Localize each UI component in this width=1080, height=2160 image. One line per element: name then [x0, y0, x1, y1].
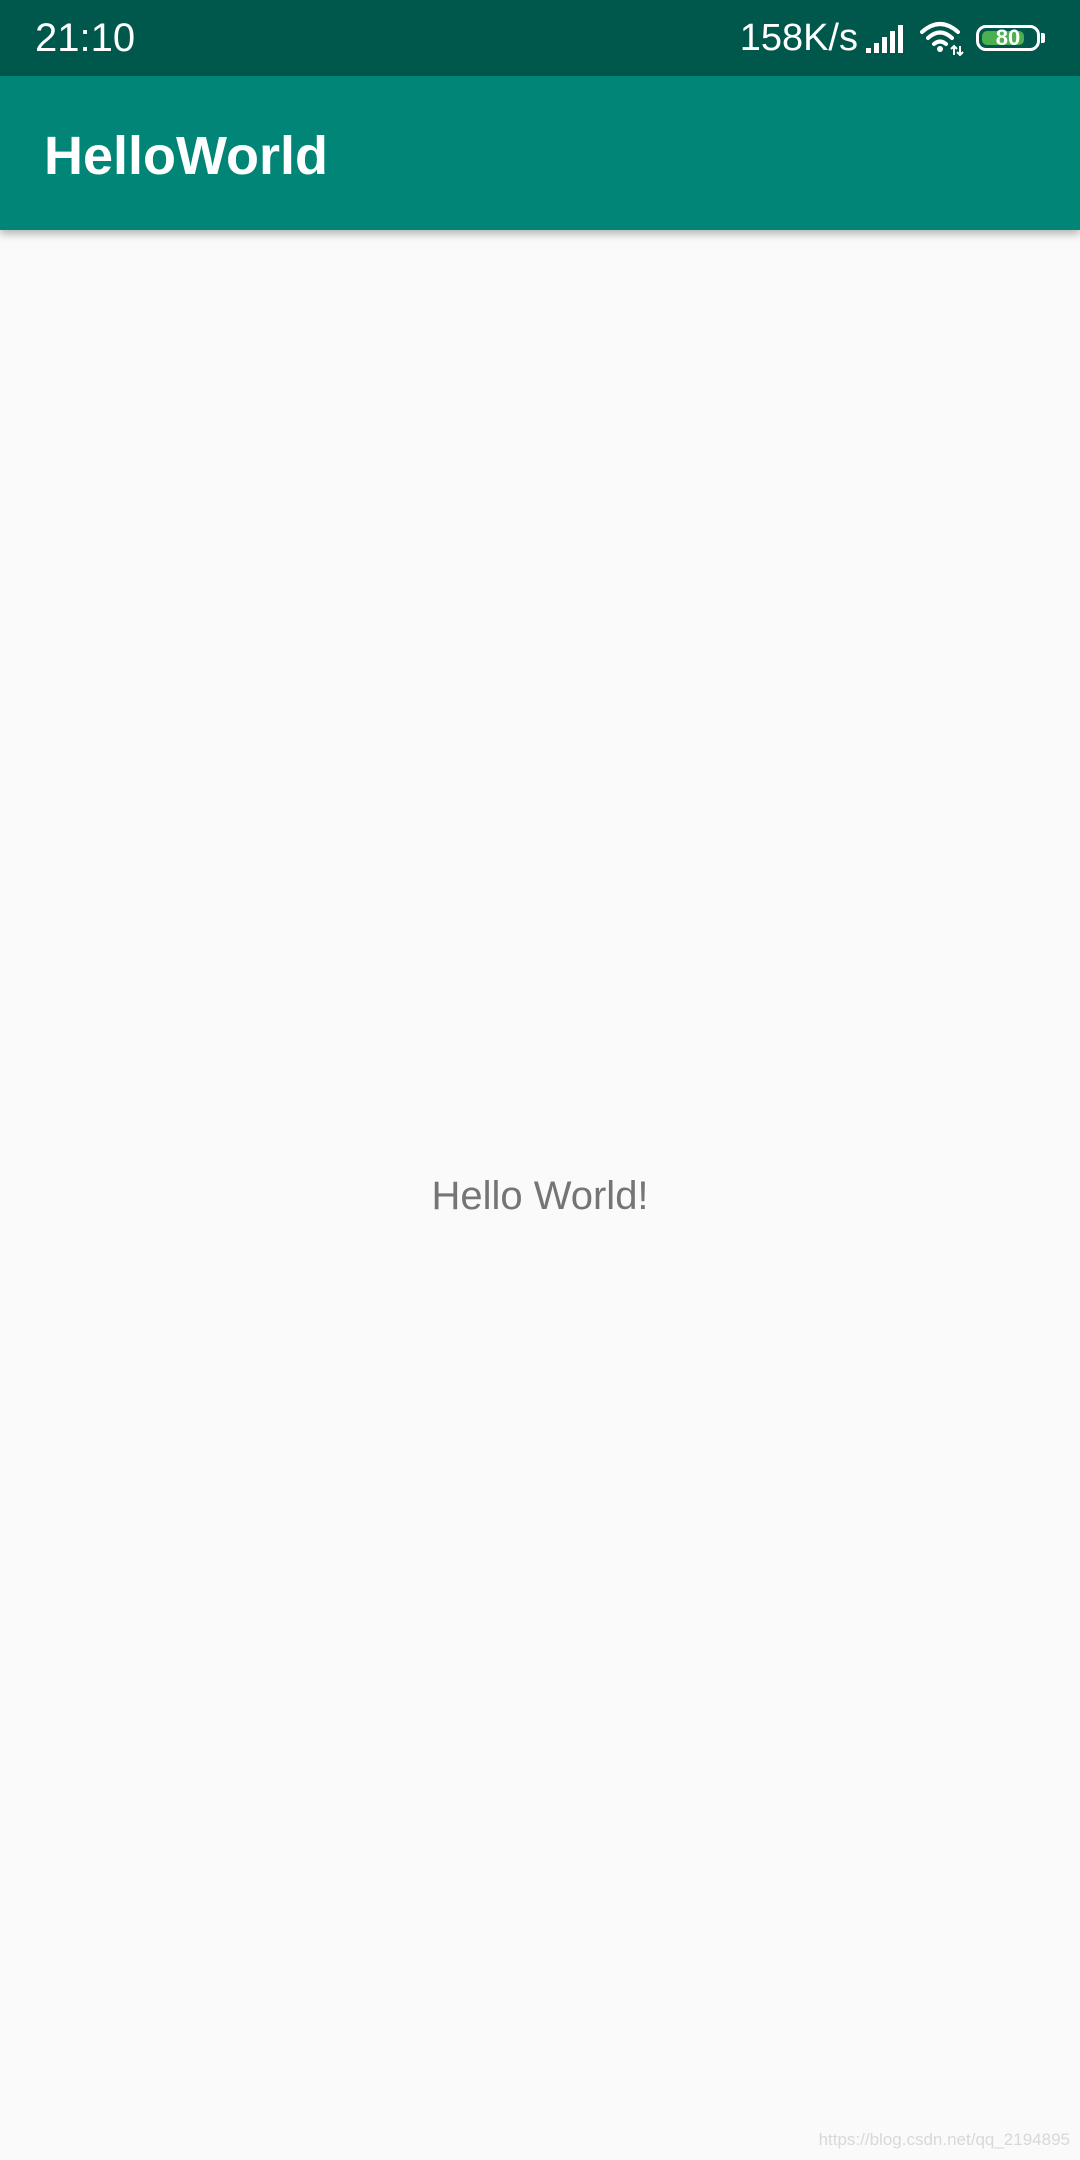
hello-text: Hello World!	[431, 1174, 649, 1218]
network-speed: 158K/s	[739, 17, 858, 59]
watermark: https://blog.csdn.net/qq_2194895	[818, 2130, 1070, 2149]
app-title: HelloWorld	[44, 126, 329, 186]
status-time: 21:10	[35, 16, 136, 60]
battery-icon: 80	[976, 25, 1040, 51]
battery-level: 80	[995, 25, 1021, 50]
main-content: Hello World!	[0, 230, 1080, 2160]
signal-icon	[866, 23, 906, 53]
battery-tip	[1041, 33, 1045, 43]
wifi-icon	[920, 20, 964, 56]
status-bar: 21:10 158K/s 80	[0, 0, 1080, 76]
app-bar: HelloWorld	[0, 76, 1080, 230]
status-icons: 158K/s 80	[740, 14, 1045, 62]
